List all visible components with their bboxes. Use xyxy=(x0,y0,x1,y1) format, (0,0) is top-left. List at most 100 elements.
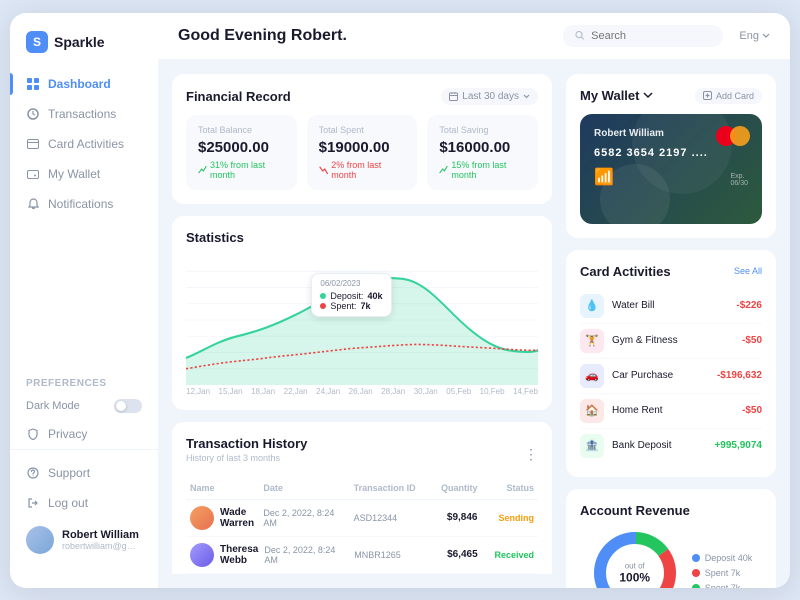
transactions-icon xyxy=(26,107,40,121)
donut-chart: out of 100% xyxy=(590,528,680,588)
card-chip-icon: 📶 xyxy=(594,167,614,187)
spent-trend: 2% from last month xyxy=(319,160,406,180)
chevron-down-icon xyxy=(643,92,653,99)
date-range-badge[interactable]: Last 30 days xyxy=(441,88,538,105)
sidebar-item-dashboard[interactable]: Dashboard xyxy=(10,69,158,99)
user-email: robertwilliam@gmail.com xyxy=(62,541,142,551)
table-row[interactable]: Theresa Webb Dec 2, 2022, 8:24 AM MNBR12… xyxy=(186,537,538,574)
total-spent-card: Total Spent $19000.00 2% from last month xyxy=(307,115,418,190)
more-options-icon[interactable]: ⋮ xyxy=(524,446,538,463)
search-input[interactable] xyxy=(591,30,711,42)
legend-spent-1: Spent 7k xyxy=(692,568,753,578)
row-avatar xyxy=(190,506,214,530)
row-qty: $9,846 xyxy=(427,512,478,523)
balance-trend: 31% from last month xyxy=(198,160,285,180)
right-panel: My Wallet Add Card xyxy=(566,74,776,574)
logo-icon: S xyxy=(26,31,48,53)
user-profile[interactable]: Robert William robertwilliam@gmail.com xyxy=(10,518,158,562)
activity-item[interactable]: 🏦 Bank Deposit +995,9074 xyxy=(580,429,762,463)
dropdown-icon xyxy=(523,94,530,99)
bell-icon xyxy=(26,197,40,211)
search-icon xyxy=(575,30,585,41)
activity-item[interactable]: 💧 Water Bill -$226 xyxy=(580,289,762,324)
sidebar-item-label: Notifications xyxy=(48,197,113,211)
statistics-header: Statistics xyxy=(186,230,538,245)
header: Good Evening Robert. Eng xyxy=(158,13,790,60)
account-revenue-card: Account Revenue xyxy=(566,489,776,588)
plus-icon xyxy=(703,91,712,100)
card-activities-section: Card Activities See All 💧 Water Bill -$2… xyxy=(566,250,776,477)
sidebar-bottom: Support Log out Robert William robertwil… xyxy=(10,449,158,570)
sidebar: S Sparkle Dashboard xyxy=(10,13,158,588)
sidebar-item-privacy[interactable]: Privacy xyxy=(10,419,158,449)
activity-item[interactable]: 🏠 Home Rent -$50 xyxy=(580,394,762,429)
chart-x-labels: 12,Jan 15,Jan 18,Jan 22,Jan 24,Jan 26,Ja… xyxy=(186,387,538,396)
legend-deposit: Deposit 40k xyxy=(692,553,753,563)
sidebar-item-support[interactable]: Support xyxy=(10,458,158,488)
add-card-button[interactable]: Add Card xyxy=(695,88,762,104)
total-saving-card: Total Saving $16000.00 15% from last mon… xyxy=(427,115,538,190)
wallet-header: My Wallet Add Card xyxy=(580,88,762,104)
my-wallet-card: My Wallet Add Card xyxy=(566,74,776,238)
row-name: Wade Warren xyxy=(190,506,257,530)
transaction-history-card: Transaction History History of last 3 mo… xyxy=(172,422,552,574)
table-row[interactable]: Wade Warren Dec 2, 2022, 8:24 AM ASD1234… xyxy=(186,500,538,537)
row-date: Dec 2, 2022, 8:24 AM xyxy=(263,508,347,528)
activity-item[interactable]: 🏋️ Gym & Fitness -$50 xyxy=(580,324,762,359)
chart-tooltip: 06/02/2023 Deposit: 40k Spent: 7k xyxy=(311,273,391,317)
card-activities-header: Card Activities See All xyxy=(580,264,762,279)
sidebar-item-notifications[interactable]: Notifications xyxy=(10,189,158,219)
greeting-text: Good Evening Robert. xyxy=(178,27,547,45)
activity-item[interactable]: 🚗 Car Purchase -$196,632 xyxy=(580,359,762,394)
total-balance-card: Total Balance $25000.00 31% from last mo… xyxy=(186,115,297,190)
row-name: Theresa Webb xyxy=(190,543,258,567)
chevron-down-icon xyxy=(762,33,770,39)
sidebar-item-transactions[interactable]: Transactions xyxy=(10,99,158,129)
transaction-header: Transaction History History of last 3 mo… xyxy=(186,436,538,473)
gym-icon: 🏋️ xyxy=(580,329,604,353)
preferences-section: Preferences Dark Mode Privacy xyxy=(10,368,158,449)
finance-cards: Total Balance $25000.00 31% from last mo… xyxy=(186,115,538,190)
statistics-card: Statistics xyxy=(172,216,552,410)
sidebar-item-label: Log out xyxy=(48,496,88,510)
wallet-icon xyxy=(26,167,40,181)
language-selector[interactable]: Eng xyxy=(739,30,770,42)
content-area: Financial Record Last 30 days xyxy=(158,60,790,588)
card-expiry: Exp. 06/30 xyxy=(730,173,748,187)
see-all-button[interactable]: See All xyxy=(734,266,762,276)
financial-record-card: Financial Record Last 30 days xyxy=(172,74,552,204)
statistics-title: Statistics xyxy=(186,230,244,245)
row-txid: ASD12344 xyxy=(354,513,421,523)
main-area: Good Evening Robert. Eng xyxy=(158,13,790,588)
dashboard-icon xyxy=(26,77,40,91)
col-txid: Transaction ID xyxy=(354,483,421,493)
transaction-subtitle: History of last 3 months xyxy=(186,453,307,463)
card-icon xyxy=(26,137,40,151)
revenue-header: Account Revenue xyxy=(580,503,762,518)
legend-spent-2: Spent 7k xyxy=(692,583,753,588)
credit-card: Robert William 6582 3654 2197 .... 📶 Exp… xyxy=(580,114,762,224)
user-avatar xyxy=(26,526,54,554)
calendar-icon xyxy=(449,92,458,101)
car-icon: 🚗 xyxy=(580,364,604,388)
sidebar-item-label: My Wallet xyxy=(48,167,100,181)
search-box[interactable] xyxy=(563,25,723,47)
logo-text: Sparkle xyxy=(54,34,105,50)
sidebar-item-card-activities[interactable]: Card Activities xyxy=(10,129,158,159)
sidebar-item-wallet[interactable]: My Wallet xyxy=(10,159,158,189)
row-txid: MNBR1265 xyxy=(354,550,421,560)
card-number: 6582 3654 2197 .... xyxy=(594,147,748,159)
card-footer: 📶 Exp. 06/30 xyxy=(594,167,748,187)
row-avatar xyxy=(190,543,214,567)
sidebar-item-label: Privacy xyxy=(48,427,87,441)
transaction-title: Transaction History xyxy=(186,436,307,451)
card-activities-title: Card Activities xyxy=(580,264,671,279)
row-status: Sending xyxy=(483,513,534,523)
revenue-title: Account Revenue xyxy=(580,503,690,518)
sidebar-item-logout[interactable]: Log out xyxy=(10,488,158,518)
wallet-title[interactable]: My Wallet xyxy=(580,88,653,103)
water-bill-icon: 💧 xyxy=(580,294,604,318)
row-status: Received xyxy=(484,550,534,560)
dark-mode-toggle[interactable] xyxy=(114,399,142,413)
col-date: Date xyxy=(263,483,347,493)
